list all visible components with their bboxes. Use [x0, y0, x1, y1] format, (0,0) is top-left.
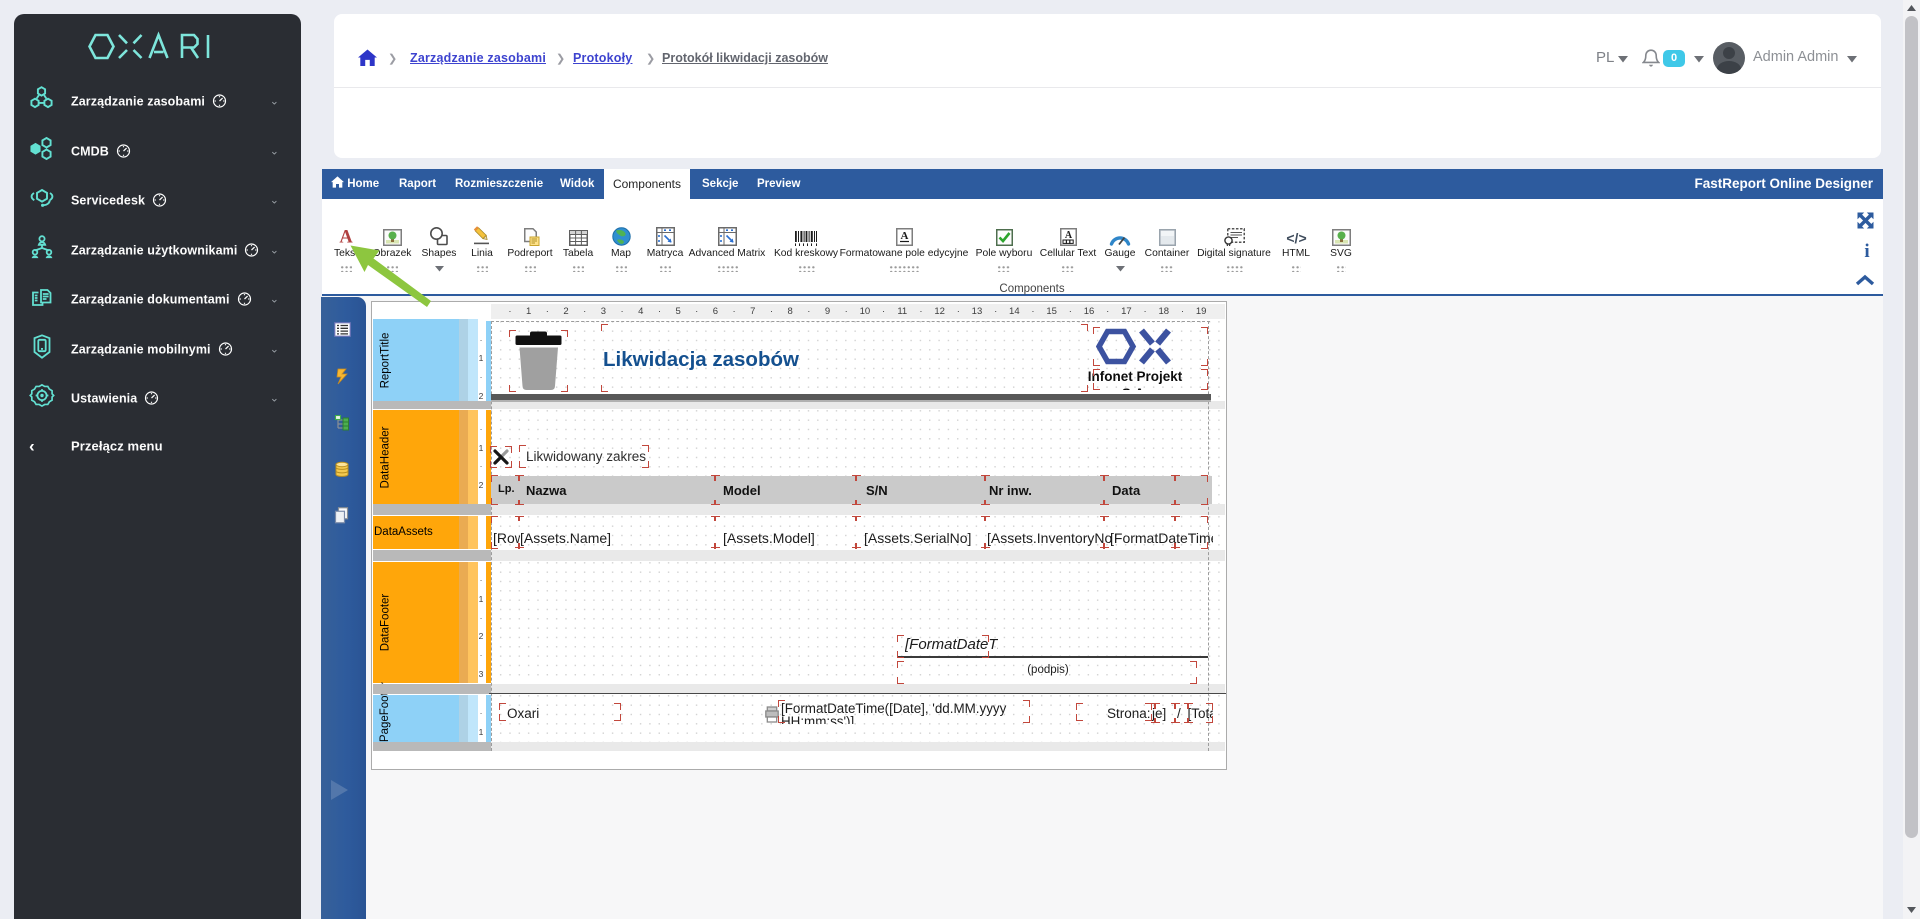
svg-text:A: A — [900, 230, 908, 242]
